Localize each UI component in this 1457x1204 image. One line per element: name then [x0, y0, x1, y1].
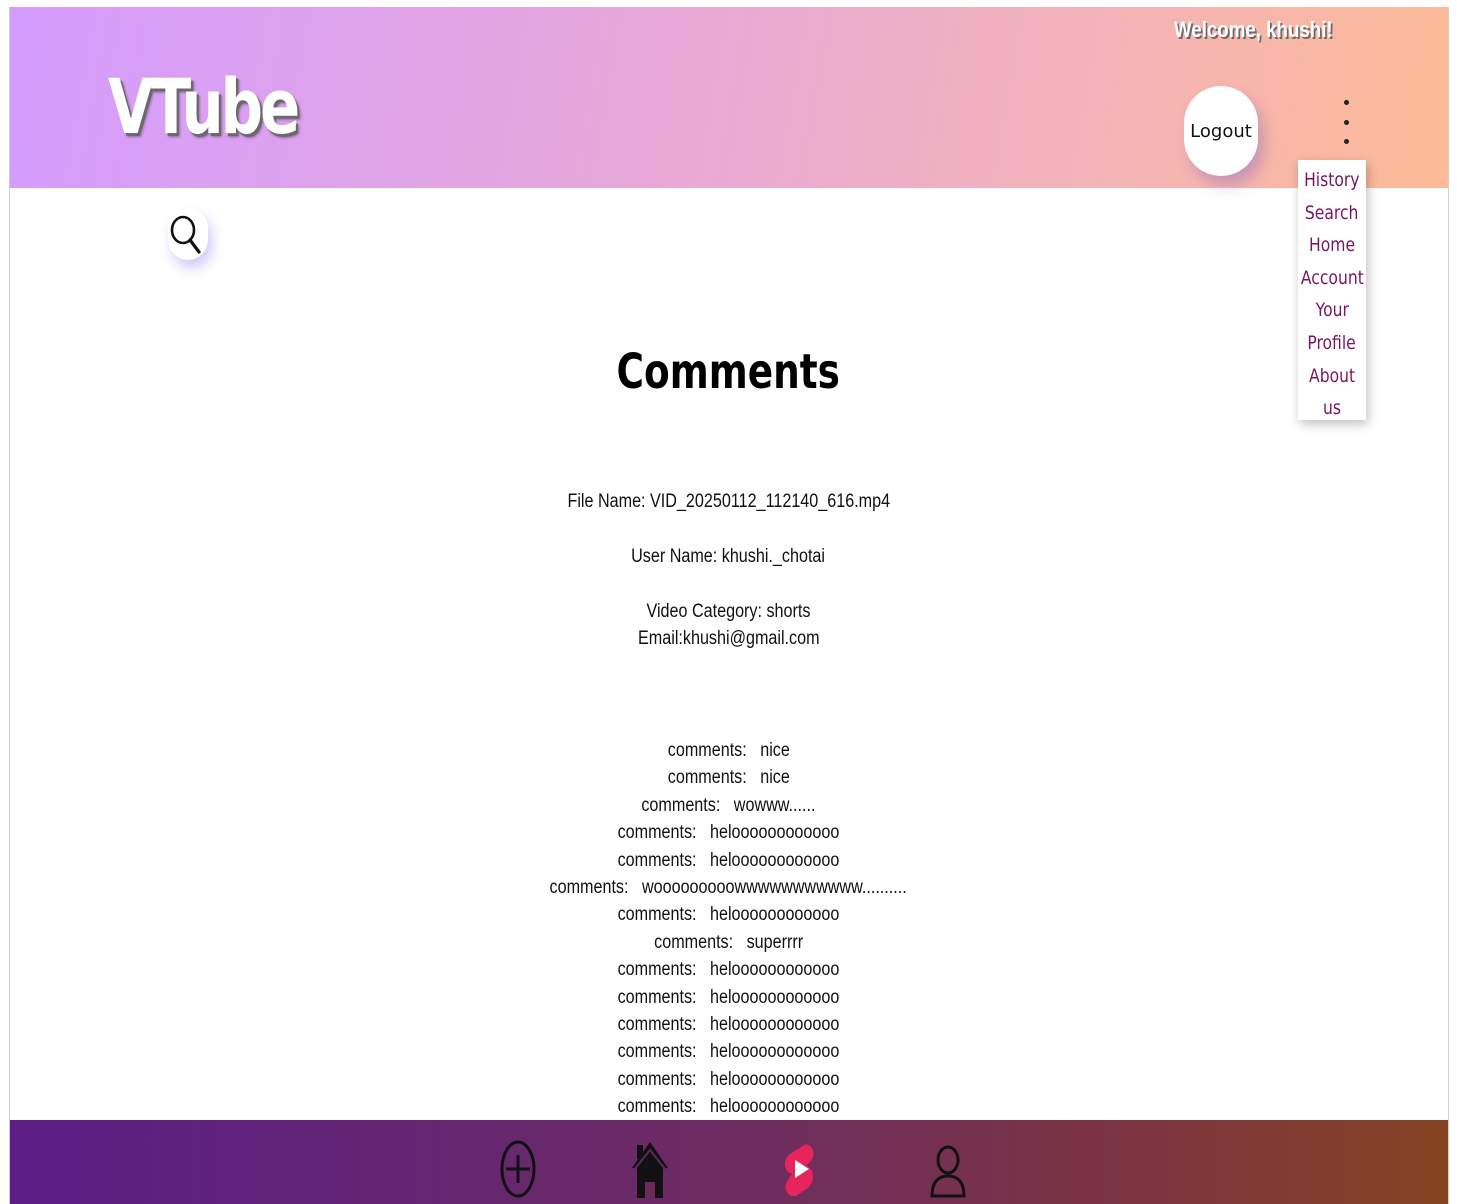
profile-button[interactable] — [926, 1138, 970, 1200]
user-icon — [930, 1145, 966, 1198]
menu-item-home[interactable]: Home — [1309, 229, 1355, 262]
menu-item-your[interactable]: Your — [1315, 294, 1348, 327]
kebab-menu-icon[interactable] — [1336, 100, 1356, 144]
email: Email:khushi@gmail.com — [637, 628, 820, 649]
comment-item: comments: heloooooooooooo — [617, 959, 840, 981]
add-video-button[interactable] — [496, 1138, 540, 1200]
search-icon — [170, 215, 201, 254]
menu-item-search[interactable]: Search — [1305, 197, 1359, 230]
comment-item: comments: heloooooooooooo — [617, 1013, 840, 1035]
comment-item: comments: heloooooooooooo — [617, 1096, 840, 1118]
bottom-nav — [10, 1120, 1448, 1204]
comment-item: comments: heloooooooooooo — [617, 1041, 840, 1063]
search-button[interactable] — [168, 208, 208, 260]
comment-item: comments: heloooooooooooo — [617, 904, 840, 926]
comment-item: comments: nice — [667, 740, 790, 761]
user-name: User Name: khushi._chotai — [631, 546, 826, 567]
shorts-button[interactable] — [778, 1138, 822, 1200]
home-button[interactable] — [628, 1138, 672, 1200]
welcome-message: Welcome, khushi! — [1174, 17, 1333, 42]
comment-item: comments: heloooooooooooo — [617, 986, 840, 1008]
menu-item-account[interactable]: Account — [1301, 262, 1364, 295]
video-category: Video Category: shorts — [646, 601, 811, 622]
comment-item: comments: heloooooooooooo — [617, 822, 840, 844]
comment-item: comments: wooooooooowwwwwwwwwww.........… — [549, 876, 908, 898]
plus-circle-icon — [500, 1140, 536, 1198]
app-logo[interactable]: VTube — [108, 62, 300, 151]
comment-item: comments: nice — [667, 767, 790, 789]
comment-item: comments: superrrr — [654, 931, 803, 953]
shorts-icon — [784, 1144, 814, 1197]
comment-item: comments: heloooooooooooo — [617, 1068, 840, 1090]
logout-button[interactable]: Logout — [1184, 86, 1258, 176]
comments-list: comments: nice comments: nice comments: … — [0, 737, 1457, 1120]
home-icon — [632, 1142, 668, 1198]
file-name: File Name: VID_20250112_112140_616.mp4 — [567, 491, 890, 512]
page-title: Comments — [616, 344, 841, 400]
logout-label: Logout — [1190, 120, 1252, 142]
menu-item-history[interactable]: History — [1304, 164, 1359, 197]
comment-item: comments: wowww...... — [641, 794, 816, 816]
comment-item: comments: heloooooooooooo — [617, 849, 840, 871]
